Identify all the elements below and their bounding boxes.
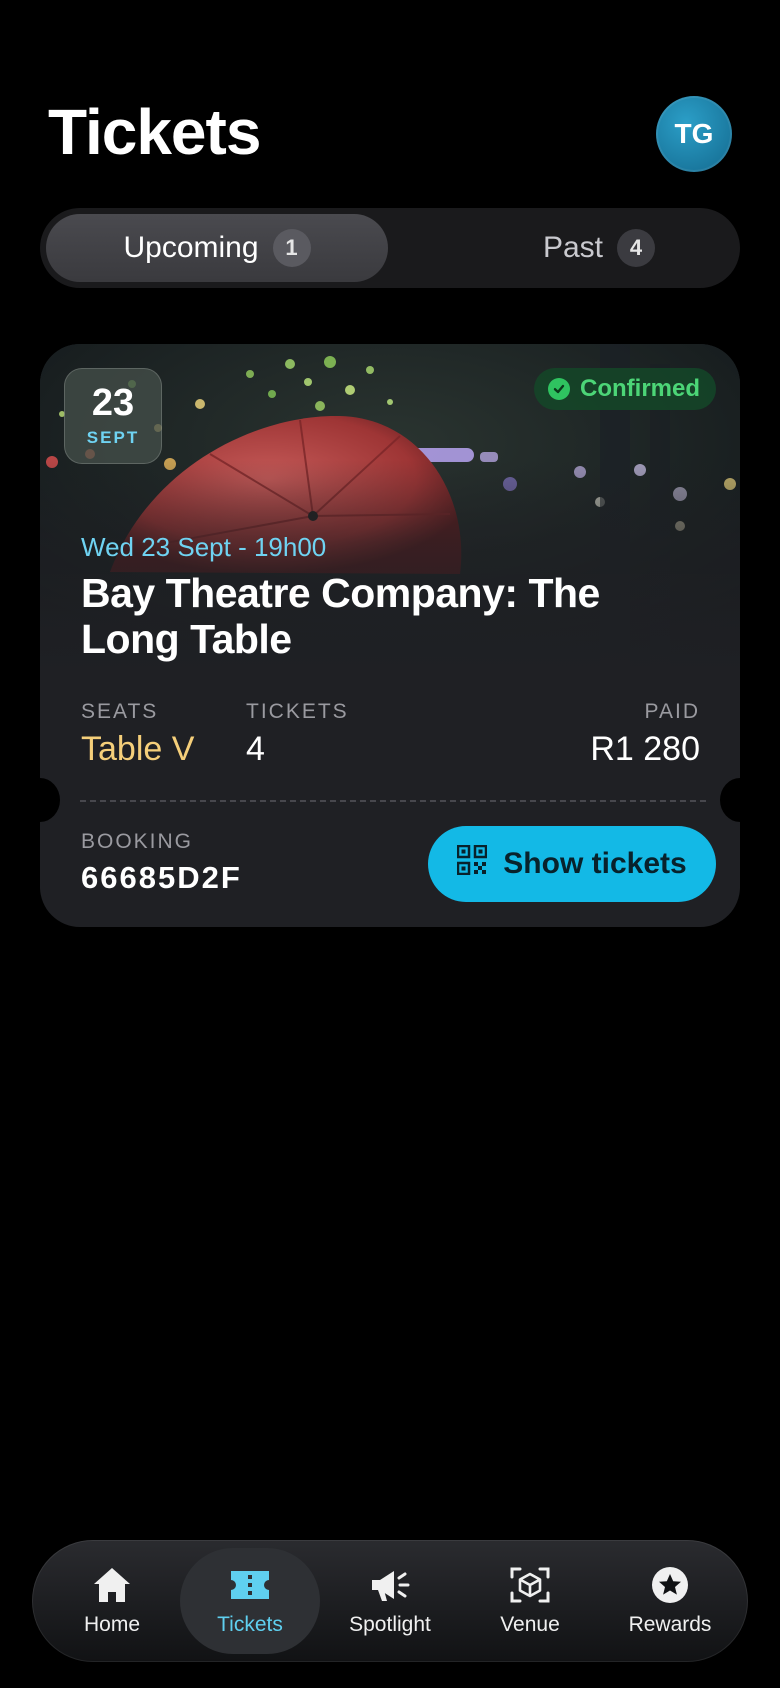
page-title: Tickets <box>48 96 261 168</box>
paid-value: R1 280 <box>590 730 700 768</box>
tickets-value: 4 <box>246 730 265 768</box>
status-label: Confirmed <box>580 375 700 402</box>
show-tickets-label: Show tickets <box>503 847 687 880</box>
tab-past-label: Past <box>542 231 604 264</box>
show-tickets-button[interactable]: Show tickets <box>428 826 716 902</box>
booking-reference: 66685D2F <box>81 860 242 895</box>
check-circle-icon <box>548 378 570 400</box>
tab-past[interactable]: Past 4 <box>428 214 770 282</box>
nav-home-label: Home <box>83 1613 141 1636</box>
tickets-label: TICKETS <box>246 700 349 723</box>
booking-label: BOOKING <box>81 830 194 853</box>
status-badge: Confirmed <box>534 368 716 410</box>
nav-venue-label: Venue <box>500 1613 560 1636</box>
seats-value: Table V <box>81 730 195 768</box>
ticket-perforation-right <box>720 778 740 822</box>
date-day: 23 <box>91 382 135 424</box>
bottom-tab-bar: Home Tickets Spotlight Venue Rewards <box>32 1540 748 1662</box>
tab-upcoming-count: 1 <box>272 229 311 267</box>
ticket-divider <box>80 800 706 802</box>
ticket-filter-segmented-control: Upcoming 1 Past 4 <box>40 208 740 288</box>
ticket-card[interactable]: 23 SEPT Confirmed Wed 23 Sept - 19h00 Ba… <box>40 344 740 927</box>
nav-home[interactable]: Home <box>42 1548 182 1654</box>
seats-label: SEATS <box>81 700 159 723</box>
nav-tickets-label: Tickets <box>217 1613 283 1636</box>
date-badge: 23 SEPT <box>64 368 162 464</box>
nav-spotlight[interactable]: Spotlight <box>320 1548 460 1654</box>
ticket-perforation-left <box>40 778 60 822</box>
nav-venue[interactable]: Venue <box>460 1548 600 1654</box>
nav-rewards[interactable]: Rewards <box>600 1548 740 1654</box>
ticket-icon <box>231 1571 269 1599</box>
qr-code-icon <box>457 844 488 883</box>
date-month: SEPT <box>86 428 140 447</box>
tab-upcoming-label: Upcoming <box>123 231 259 264</box>
nav-spotlight-label: Spotlight <box>349 1613 431 1636</box>
tab-upcoming[interactable]: Upcoming 1 <box>46 214 388 282</box>
megaphone-icon <box>372 1571 410 1601</box>
home-icon <box>94 1568 130 1602</box>
avatar[interactable]: TG <box>656 96 732 172</box>
cube-scan-icon <box>510 1567 550 1603</box>
tab-past-count: 4 <box>617 229 656 267</box>
paid-label: PAID <box>644 700 700 723</box>
event-title: Bay Theatre Company: The Long Table <box>81 570 600 662</box>
nav-tickets[interactable]: Tickets <box>180 1548 320 1654</box>
star-badge-icon <box>652 1567 688 1603</box>
event-datetime: Wed 23 Sept - 19h00 <box>81 532 327 562</box>
nav-rewards-label: Rewards <box>628 1613 712 1636</box>
